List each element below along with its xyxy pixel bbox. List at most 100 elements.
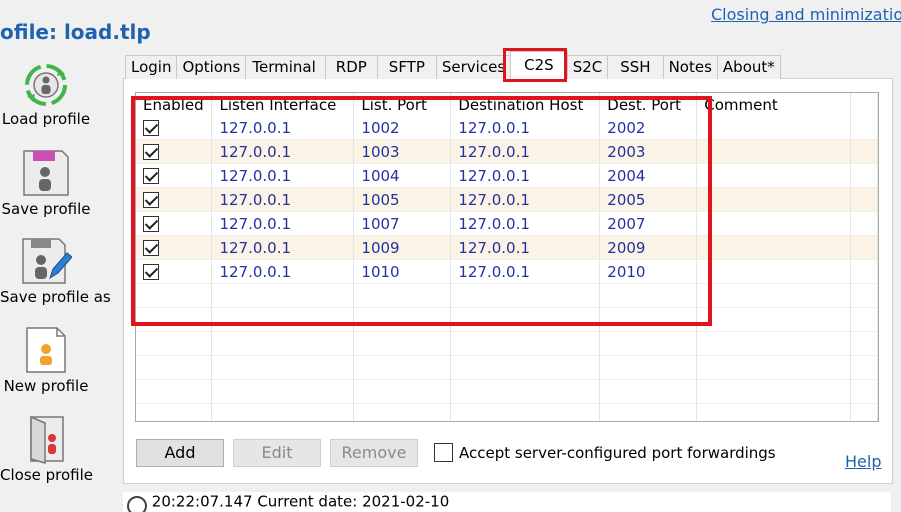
- cell-list-port: 1005: [353, 187, 452, 212]
- tab-options[interactable]: Options: [176, 55, 247, 79]
- tab-login[interactable]: Login: [125, 55, 178, 79]
- enabled-checkbox[interactable]: [143, 264, 159, 280]
- tab-notes[interactable]: Notes: [662, 55, 718, 79]
- sidebar-item-label: New profile: [3, 377, 89, 395]
- tab-ssh[interactable]: SSH: [607, 55, 664, 79]
- accept-server-forwardings-checkbox[interactable]: Accept server-configured port forwarding…: [434, 443, 776, 462]
- edit-button[interactable]: Edit: [233, 439, 321, 467]
- cell-destination-host: 127.0.0.1: [450, 187, 601, 212]
- cell-comment: [696, 116, 852, 140]
- info-icon: [127, 496, 147, 512]
- cell-destination-host: 127.0.0.1: [450, 163, 601, 188]
- empty-table-row: [136, 283, 878, 308]
- empty-table-row: [136, 307, 878, 332]
- tab-sftp[interactable]: SFTP: [376, 55, 437, 79]
- cell-dest-port: 2007: [599, 211, 698, 236]
- enabled-checkbox[interactable]: [143, 168, 159, 184]
- cell-comment: [696, 139, 852, 164]
- cell-destination-host: 127.0.0.1: [450, 116, 601, 140]
- status-bar: 20:22:07.147 Current date: 2021-02-10: [123, 492, 891, 512]
- cell-listen-interface: 127.0.0.1: [211, 235, 355, 260]
- cell-list-port: 1002: [353, 116, 452, 140]
- cell-dest-port: 2003: [599, 139, 698, 164]
- close-profile-icon: [30, 415, 64, 464]
- cell-listen-interface: 127.0.0.1: [211, 259, 355, 284]
- cell-dest-port: 2010: [599, 259, 698, 284]
- page-title: ofile: load.tlp: [0, 20, 151, 44]
- sidebar-item-label: Load profile: [1, 110, 91, 128]
- cell-destination-host: 127.0.0.1: [450, 139, 601, 164]
- cell-list-port: 1004: [353, 163, 452, 188]
- save-profile-as-icon: [22, 238, 72, 284]
- cell-destination-host: 127.0.0.1: [450, 259, 601, 284]
- cell-dest-port: 2009: [599, 235, 698, 260]
- tab-about[interactable]: About*: [716, 55, 781, 79]
- sidebar-item-label: Save profile: [1, 200, 91, 218]
- table-header-row: Enabled Listen Interface List. Port Dest…: [136, 93, 878, 116]
- tab-rdp[interactable]: RDP: [324, 55, 378, 79]
- cell-listen-interface: 127.0.0.1: [211, 211, 355, 236]
- help-link[interactable]: Help: [845, 452, 881, 471]
- cell-dest-port: 2005: [599, 187, 698, 212]
- sidebar-item-label: Close profile: [0, 466, 94, 484]
- cell-comment: [696, 259, 852, 284]
- tab-services[interactable]: Services: [435, 55, 512, 79]
- cell-list-port: 1009: [353, 235, 452, 260]
- add-button[interactable]: Add: [136, 439, 224, 467]
- sidebar-item-save-profile-as[interactable]: Save profile as: [0, 236, 111, 306]
- cell-comment: [696, 235, 852, 260]
- tab-bar: Login Options Terminal RDP SFTP Services…: [125, 51, 781, 79]
- accept-label: Accept server-configured port forwarding…: [459, 443, 776, 462]
- column-header-destination-host[interactable]: Destination Host: [450, 93, 601, 116]
- table-row[interactable]: 127.0.0.1 1003 127.0.0.1 2003: [136, 139, 878, 164]
- cell-comment: [696, 211, 852, 236]
- cell-dest-port: 2002: [599, 116, 698, 140]
- table-row[interactable]: 127.0.0.1 1010 127.0.0.1 2010: [136, 259, 878, 284]
- tab-c2s[interactable]: C2S: [510, 51, 568, 79]
- empty-table-row: [136, 331, 878, 356]
- save-profile-icon: [23, 150, 69, 196]
- sidebar-item-save-profile[interactable]: Save profile: [0, 148, 92, 218]
- cell-destination-host: 127.0.0.1: [450, 211, 601, 236]
- port-forwarding-table[interactable]: Enabled Listen Interface List. Port Dest…: [135, 92, 879, 422]
- enabled-checkbox[interactable]: [143, 144, 159, 160]
- cell-dest-port: 2004: [599, 163, 698, 188]
- table-row[interactable]: 127.0.0.1 1002 127.0.0.1 2002: [136, 116, 878, 140]
- table-row[interactable]: 127.0.0.1 1005 127.0.0.1 2005: [136, 187, 878, 212]
- cell-destination-host: 127.0.0.1: [450, 235, 601, 260]
- column-header-listen-interface[interactable]: Listen Interface: [211, 93, 355, 116]
- sidebar-item-close-profile[interactable]: Close profile: [0, 414, 94, 484]
- sidebar-item-new-profile[interactable]: New profile: [0, 325, 92, 395]
- enabled-checkbox[interactable]: [143, 216, 159, 232]
- sidebar-item-load-profile[interactable]: Load profile: [0, 62, 92, 128]
- enabled-checkbox[interactable]: [143, 240, 159, 256]
- cell-listen-interface: 127.0.0.1: [211, 163, 355, 188]
- enabled-checkbox[interactable]: [143, 192, 159, 208]
- remove-button[interactable]: Remove: [330, 439, 418, 467]
- column-header-list-port[interactable]: List. Port: [353, 93, 452, 116]
- empty-table-row: [136, 355, 878, 380]
- sidebar-item-label: Save profile as: [0, 288, 111, 306]
- cell-list-port: 1007: [353, 211, 452, 236]
- column-header-comment[interactable]: Comment: [696, 93, 852, 116]
- column-header-dest-port[interactable]: Dest. Port: [599, 93, 698, 116]
- column-header-enabled[interactable]: Enabled: [136, 93, 213, 116]
- tab-terminal[interactable]: Terminal: [245, 55, 326, 79]
- checkbox-box[interactable]: [434, 443, 453, 462]
- table-row[interactable]: 127.0.0.1 1009 127.0.0.1 2009: [136, 235, 878, 260]
- closing-minimization-link[interactable]: Closing and minimization: [711, 5, 901, 24]
- enabled-checkbox[interactable]: [143, 120, 159, 136]
- table-row[interactable]: 127.0.0.1 1004 127.0.0.1 2004: [136, 163, 878, 188]
- cell-listen-interface: 127.0.0.1: [211, 187, 355, 212]
- empty-table-row: [136, 379, 878, 404]
- new-profile-icon: [26, 327, 66, 373]
- load-profile-icon: [25, 64, 67, 106]
- cell-list-port: 1010: [353, 259, 452, 284]
- cell-list-port: 1003: [353, 139, 452, 164]
- cell-comment: [696, 187, 852, 212]
- cell-listen-interface: 127.0.0.1: [211, 139, 355, 164]
- table-row[interactable]: 127.0.0.1 1007 127.0.0.1 2007: [136, 211, 878, 236]
- tab-s2c[interactable]: S2C: [566, 55, 609, 79]
- empty-table-row: [136, 403, 878, 421]
- cell-comment: [696, 163, 852, 188]
